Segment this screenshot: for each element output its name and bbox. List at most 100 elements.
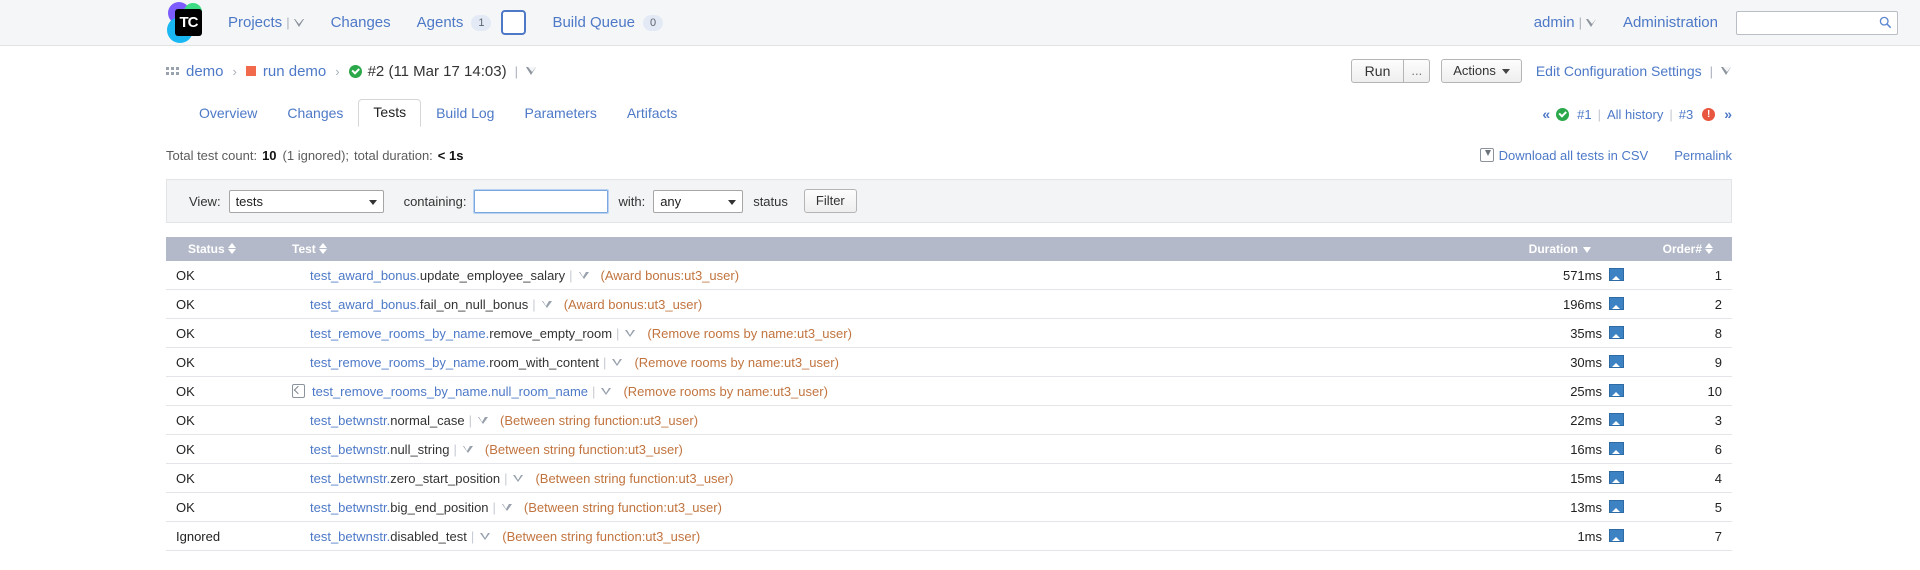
test-method-name[interactable]: remove_empty_room: [489, 326, 612, 341]
run-options-button[interactable]: ...: [1403, 59, 1430, 83]
prev-build-link[interactable]: #1: [1577, 107, 1591, 122]
tab-build-log[interactable]: Build Log: [421, 100, 509, 127]
nav-item-administration[interactable]: Administration: [1623, 14, 1718, 31]
chevron-down-icon[interactable]: [542, 301, 552, 308]
test-method-name[interactable]: zero_start_position: [390, 471, 500, 486]
test-method-name[interactable]: null_string: [390, 442, 449, 457]
nav-item-agents[interactable]: Agents 1: [417, 10, 527, 35]
duration-chart-icon[interactable]: [1609, 471, 1624, 484]
test-method-name[interactable]: update_employee_salary: [420, 268, 565, 283]
chevron-down-icon[interactable]: [478, 417, 488, 424]
nav-item-changes[interactable]: Changes: [331, 14, 391, 31]
nav-item-build-queue[interactable]: Build Queue 0: [552, 14, 663, 31]
tab-artifacts[interactable]: Artifacts: [612, 100, 693, 127]
global-search[interactable]: [1736, 11, 1898, 35]
chevron-down-icon[interactable]: [612, 359, 622, 366]
filter-button[interactable]: Filter: [804, 189, 857, 213]
table-row[interactable]: OKtest_remove_rooms_by_name.remove_empty…: [166, 319, 1732, 348]
chevron-down-icon[interactable]: [502, 504, 512, 511]
table-row[interactable]: OKtest_remove_rooms_by_name.null_room_na…: [166, 377, 1732, 406]
run-button-group[interactable]: Run ...: [1351, 59, 1431, 83]
test-suite-link[interactable]: test_award_bonus.: [310, 268, 420, 283]
teamcity-logo[interactable]: TC: [166, 1, 210, 45]
status-select[interactable]: any: [653, 190, 743, 213]
actions-button[interactable]: Actions: [1441, 59, 1522, 83]
test-method-name[interactable]: null_room_name: [491, 384, 588, 399]
nav-item-agents-label[interactable]: Agents: [417, 14, 464, 31]
view-select-wrapper[interactable]: tests: [229, 190, 384, 213]
test-suite-link[interactable]: test_betwnstr.: [310, 529, 390, 544]
nav-item-changes-label[interactable]: Changes: [331, 14, 391, 31]
duration-chart-icon[interactable]: [1609, 355, 1624, 368]
test-suite-link[interactable]: test_award_bonus.: [310, 297, 420, 312]
all-history-link[interactable]: All history: [1607, 107, 1663, 122]
sort-icon[interactable]: [228, 243, 237, 254]
edit-configuration-settings-link[interactable]: Edit Configuration Settings: [1536, 63, 1702, 79]
chevron-down-icon[interactable]: [526, 67, 537, 75]
test-suite-link[interactable]: test_remove_rooms_by_name.: [310, 326, 489, 341]
test-suite-link[interactable]: test_remove_rooms_by_name.: [312, 384, 491, 399]
test-method-name[interactable]: disabled_test: [390, 529, 467, 544]
duration-chart-icon[interactable]: [1609, 413, 1624, 426]
permalink-link[interactable]: Permalink: [1674, 148, 1732, 163]
nav-item-build-queue-label[interactable]: Build Queue: [552, 14, 635, 31]
chevron-down-icon[interactable]: [294, 19, 305, 27]
run-button[interactable]: Run: [1351, 59, 1404, 83]
duration-chart-icon[interactable]: [1609, 442, 1624, 455]
test-method-name[interactable]: room_with_content: [489, 355, 599, 370]
chevron-down-icon[interactable]: [625, 330, 635, 337]
test-suite-link[interactable]: test_betwnstr.: [310, 500, 390, 515]
nav-item-projects-label[interactable]: Projects: [228, 14, 282, 31]
duration-chart-icon[interactable]: [1609, 384, 1624, 397]
test-suite-link[interactable]: test_betwnstr.: [310, 471, 390, 486]
tab-changes[interactable]: Changes: [272, 100, 358, 127]
tab-overview[interactable]: Overview: [184, 100, 272, 127]
search-icon[interactable]: [1879, 16, 1892, 29]
column-header-test[interactable]: Test: [282, 237, 1410, 261]
breadcrumb-project[interactable]: demo: [186, 63, 224, 80]
table-row[interactable]: OKtest_betwnstr.zero_start_position|(Bet…: [166, 464, 1732, 493]
table-row[interactable]: OKtest_award_bonus.update_employee_salar…: [166, 261, 1732, 290]
sort-icon[interactable]: [319, 243, 328, 254]
user-menu[interactable]: admin |: [1534, 14, 1597, 31]
last-build-icon[interactable]: »: [1724, 106, 1732, 122]
status-select-wrapper[interactable]: any: [653, 190, 743, 213]
nav-item-projects[interactable]: Projects |: [228, 14, 305, 31]
sort-icon[interactable]: [1705, 243, 1714, 254]
test-method-name[interactable]: big_end_position: [390, 500, 488, 515]
duration-chart-icon[interactable]: [1609, 297, 1624, 310]
test-method-name[interactable]: normal_case: [390, 413, 464, 428]
table-row[interactable]: OKtest_betwnstr.big_end_position|(Betwee…: [166, 493, 1732, 522]
user-menu-label[interactable]: admin: [1534, 14, 1575, 31]
column-header-order[interactable]: Order#: [1634, 237, 1732, 261]
agent-status-box-icon[interactable]: [501, 10, 526, 35]
table-row[interactable]: OKtest_award_bonus.fail_on_null_bonus|(A…: [166, 290, 1732, 319]
duration-chart-icon[interactable]: [1609, 529, 1624, 542]
chevron-down-icon[interactable]: [601, 388, 611, 395]
duration-chart-icon[interactable]: [1609, 268, 1624, 281]
test-suite-link[interactable]: test_betwnstr.: [310, 413, 390, 428]
breadcrumb-configuration[interactable]: run demo: [263, 63, 326, 80]
nav-item-administration-label[interactable]: Administration: [1623, 14, 1718, 31]
first-build-icon[interactable]: «: [1542, 106, 1550, 122]
table-row[interactable]: OKtest_remove_rooms_by_name.room_with_co…: [166, 348, 1732, 377]
table-row[interactable]: Ignoredtest_betwnstr.disabled_test|(Betw…: [166, 522, 1732, 551]
search-input[interactable]: [1742, 15, 1878, 31]
column-header-duration[interactable]: Duration: [1410, 237, 1634, 261]
tab-tests[interactable]: Tests: [358, 99, 421, 127]
containing-input[interactable]: [474, 190, 608, 213]
download-csv-link[interactable]: Download all tests in CSV: [1480, 148, 1649, 163]
sort-descending-icon[interactable]: [1583, 247, 1592, 253]
view-select[interactable]: tests: [229, 190, 384, 213]
test-log-icon[interactable]: [292, 384, 305, 398]
chevron-down-icon[interactable]: [1586, 19, 1597, 27]
next-build-link[interactable]: #3: [1679, 107, 1693, 122]
chevron-down-icon[interactable]: [1721, 67, 1732, 75]
chevron-down-icon[interactable]: [463, 446, 473, 453]
table-row[interactable]: OKtest_betwnstr.normal_case|(Between str…: [166, 406, 1732, 435]
tab-parameters[interactable]: Parameters: [509, 100, 611, 127]
column-header-status[interactable]: Status: [166, 237, 282, 261]
duration-chart-icon[interactable]: [1609, 326, 1624, 339]
chevron-down-icon[interactable]: [513, 475, 523, 482]
test-suite-link[interactable]: test_betwnstr.: [310, 442, 390, 457]
